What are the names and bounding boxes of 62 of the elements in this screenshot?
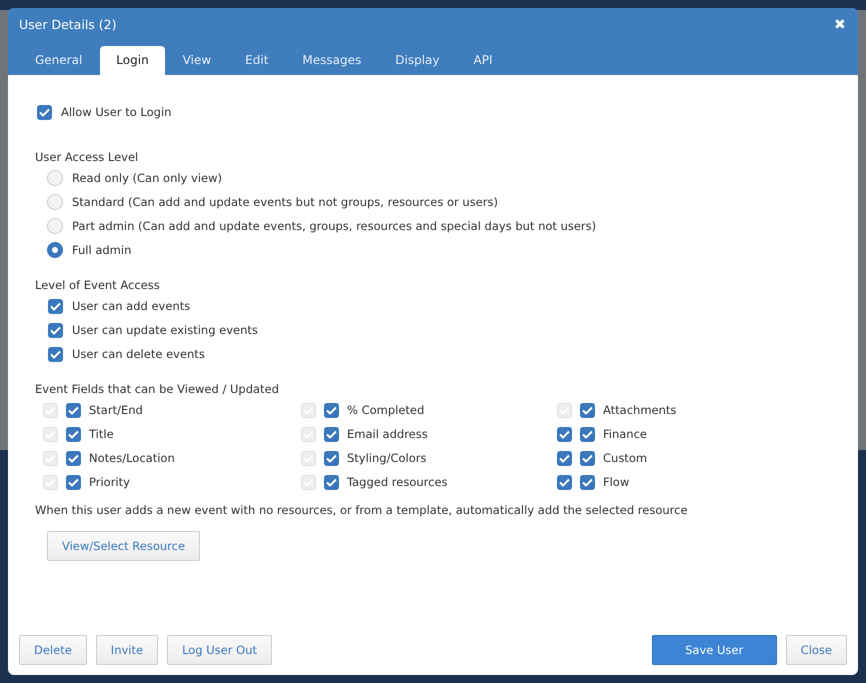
footer-button[interactable]: Invite [96, 635, 158, 665]
update-checkbox[interactable] [580, 426, 595, 442]
update-checkbox[interactable] [580, 474, 595, 490]
radio-button[interactable] [47, 170, 63, 186]
update-checkbox[interactable] [66, 402, 81, 418]
checkbox[interactable] [48, 298, 63, 314]
update-checkbox[interactable] [66, 474, 81, 490]
field-label: Tagged resources [347, 475, 448, 489]
update-checkbox[interactable] [324, 474, 339, 490]
window-title: User Details (2) [19, 16, 116, 32]
view-checkbox[interactable] [557, 474, 572, 490]
update-checkbox[interactable] [324, 402, 339, 418]
checkbox[interactable] [48, 322, 63, 338]
section-heading: Level of Event Access [35, 278, 161, 292]
field-label: % Completed [347, 403, 424, 417]
field-label: Email address [347, 427, 428, 441]
checkbox[interactable] [48, 346, 63, 362]
checkbox-label: User can add events [72, 299, 190, 313]
field-label: Priority [89, 475, 130, 489]
checkbox[interactable] [37, 104, 52, 120]
field-label: Notes/Location [89, 451, 175, 465]
view-checkbox[interactable] [557, 426, 572, 442]
field-label: Styling/Colors [347, 451, 426, 465]
checkbox-label: User can delete events [72, 347, 205, 361]
field-label: Start/End [89, 403, 143, 417]
save-button[interactable]: Save User [652, 635, 777, 665]
tab[interactable]: Messages [286, 46, 378, 75]
tab[interactable]: Edit [229, 46, 284, 75]
view-checkbox[interactable] [557, 450, 572, 466]
section-heading: Event Fields that can be Viewed / Updated [35, 382, 280, 396]
radio-label: Read only (Can only view) [72, 171, 222, 185]
field-label: Finance [603, 427, 647, 441]
update-checkbox[interactable] [324, 426, 339, 442]
radio-button[interactable] [47, 194, 63, 210]
radio-label: Standard (Can add and update events but not groups, resources or users) [72, 195, 498, 209]
update-checkbox[interactable] [66, 426, 81, 442]
tab[interactable]: API [458, 46, 508, 75]
tab[interactable]: View [166, 46, 228, 75]
radio-button[interactable] [47, 218, 63, 234]
view-select-resource-button[interactable]: View/Select Resource [47, 531, 200, 561]
update-checkbox[interactable] [324, 450, 339, 466]
radio-label: Full admin [72, 243, 132, 257]
field-label: Attachments [603, 403, 676, 417]
field-label: Flow [603, 475, 630, 489]
tab[interactable]: Login [100, 46, 165, 75]
field-label: Custom [603, 451, 648, 465]
update-checkbox[interactable] [580, 402, 595, 418]
close-button[interactable]: ✖ [834, 16, 846, 32]
footer-button[interactable]: Delete [19, 635, 87, 665]
checkbox-label: User can update existing events [72, 323, 258, 337]
tab[interactable]: Display [379, 46, 456, 75]
update-checkbox[interactable] [66, 450, 81, 466]
footer-button[interactable]: Log User Out [167, 635, 272, 665]
checkbox-label: Allow User to Login [61, 105, 172, 119]
resource-note: When this user adds a new event with no resources, or from a template, automatically add the selected resource [35, 503, 689, 517]
section-heading: User Access Level [35, 150, 140, 164]
radio-button[interactable] [47, 242, 63, 258]
tab[interactable]: General [19, 46, 98, 75]
close-button[interactable]: Close [786, 635, 847, 665]
field-label: Title [89, 427, 114, 441]
radio-label: Part admin (Can add and update events, groups, resources and special days but not users) [72, 219, 596, 233]
update-checkbox[interactable] [580, 450, 595, 466]
